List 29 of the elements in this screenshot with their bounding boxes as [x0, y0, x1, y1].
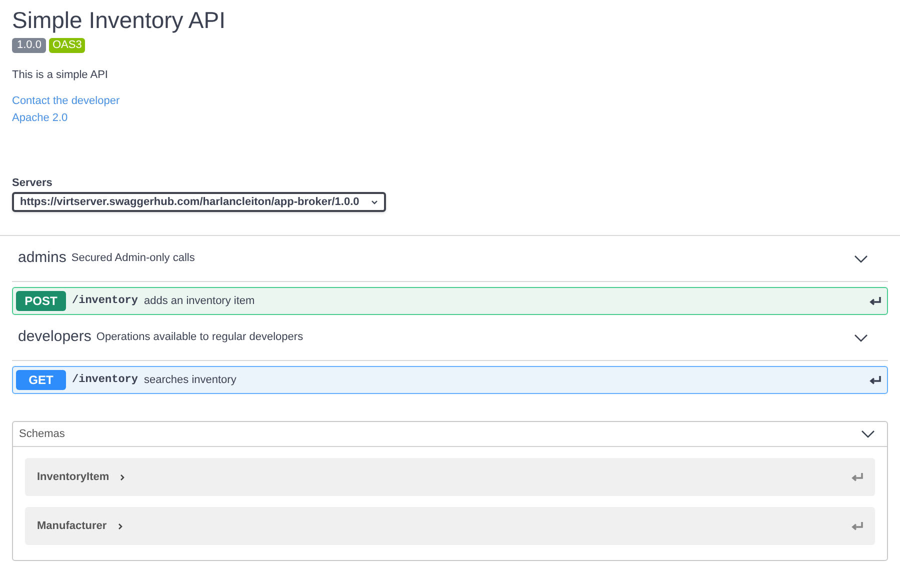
chevron-down-icon	[854, 254, 868, 262]
version-badge: 1.0.0	[12, 38, 46, 53]
method-badge: GET	[16, 370, 66, 390]
api-description: This is a simple API	[12, 68, 109, 83]
server-select[interactable]: https://virtserver.swaggerhub.com/harlancleiton/app-broker/1.0.0	[12, 192, 386, 212]
spec-badge: OAS3	[49, 38, 85, 53]
operation-path: /inventory	[72, 372, 138, 388]
return-arrow-icon	[869, 376, 881, 384]
chevron-down-icon	[861, 430, 875, 438]
api-title: Simple Inventory API	[12, 6, 226, 34]
servers-label: Servers	[12, 176, 54, 190]
chevron-right-icon	[120, 474, 126, 480]
tag-header[interactable]: developers Operations available to regular developers	[12, 315, 888, 361]
operation-bar[interactable]: GET /inventory searches inventory	[12, 366, 888, 394]
chevron-right-icon	[118, 522, 123, 530]
operation-summary: searches inventory	[144, 372, 238, 388]
method-badge: POST	[16, 291, 66, 311]
schemas-title[interactable]: Schemas	[19, 426, 65, 442]
schema-row[interactable]: InventoryItem	[25, 458, 875, 496]
schema-row[interactable]: Manufacturer	[25, 507, 875, 545]
tag-header[interactable]: admins Secured Admin-only calls	[12, 236, 888, 282]
return-arrow-icon	[851, 522, 863, 530]
operation-summary: adds an inventory item	[144, 294, 256, 309]
return-arrow-icon	[869, 296, 881, 306]
operation-path: /inventory	[72, 294, 138, 309]
caret-down-icon	[371, 200, 378, 204]
operation-bar[interactable]: POST /inventory adds an inventory item	[12, 287, 888, 315]
chevron-down-icon	[854, 334, 868, 342]
return-arrow-icon	[851, 472, 863, 482]
